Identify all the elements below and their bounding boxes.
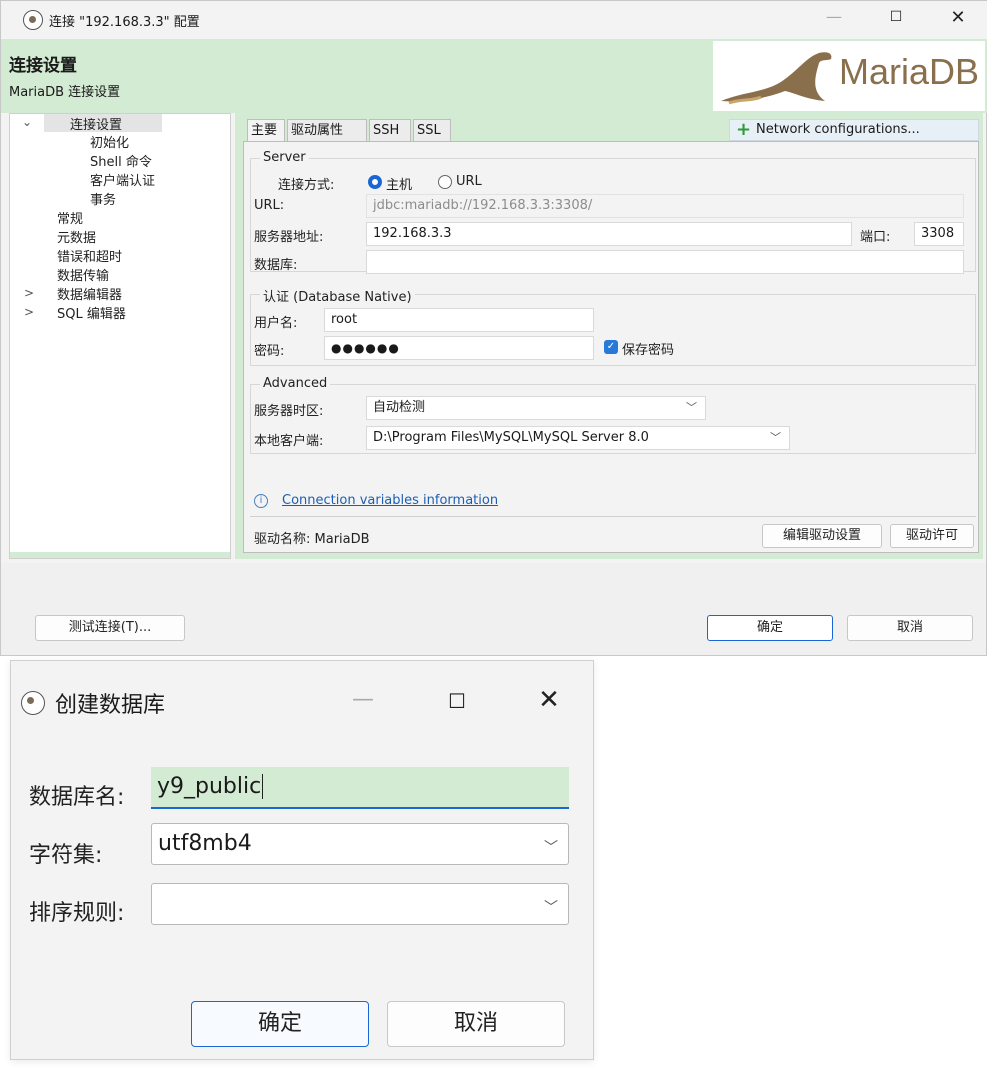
cancel-button[interactable]: 取消 [387, 1001, 565, 1047]
close-icon[interactable]: ✕ [943, 7, 973, 28]
window-title: 连接 "192.168.3.3" 配置 [49, 15, 200, 30]
url-label: URL: [254, 198, 285, 213]
title-bar: 连接 "192.168.3.3" 配置 — ☐ ✕ [1, 1, 987, 39]
edit-driver-button[interactable]: 编辑驱动设置 [762, 524, 882, 548]
local-client-select[interactable]: D:\Program Files\MySQL\MySQL Server 8.0 … [366, 426, 790, 450]
save-password-label[interactable]: 保存密码 [622, 339, 674, 358]
cancel-button[interactable]: 取消 [847, 615, 973, 641]
connect-mode-label: 连接方式: [278, 178, 335, 193]
tree-item-errors[interactable]: 错误和超时 [57, 246, 122, 265]
timezone-value: 自动检测 [373, 400, 426, 415]
auth-legend: 认证 (Database Native) [260, 286, 415, 305]
db-name-value: y9_public [157, 774, 262, 799]
seal-logo-icon [721, 52, 832, 105]
header-title: 连接设置 [9, 56, 77, 76]
charset-value: utf8mb4 [158, 831, 252, 856]
chevron-down-icon: ﹀ [770, 431, 781, 444]
app-icon [23, 10, 43, 30]
minimize-icon[interactable]: — [819, 7, 849, 26]
db-name-input[interactable]: y9_public [151, 767, 569, 809]
charset-select[interactable]: utf8mb4 ﹀ [151, 823, 569, 865]
tree-item-transaction[interactable]: 事务 [90, 189, 116, 208]
url-radio-label[interactable]: URL [456, 174, 482, 189]
collation-select[interactable]: ﹀ [151, 883, 569, 925]
header-subtitle: MariaDB 连接设置 [9, 85, 121, 100]
close-icon[interactable]: ✕ [531, 685, 567, 715]
charset-label: 字符集: [29, 843, 103, 868]
save-password-checkbox[interactable]: ✓ [604, 340, 618, 354]
url-field[interactable]: jdbc:mariadb://192.168.3.3:3308/ [366, 194, 964, 218]
tab-driver-props[interactable]: 驱动属性 [287, 119, 367, 143]
dialog-footer: 测试连接(T)... 确定 取消 [1, 563, 986, 655]
local-client-value: D:\Program Files\MySQL\MySQL Server 8.0 [373, 430, 649, 445]
expand-arrow-icon[interactable]: > [24, 286, 34, 300]
tree-item-client-auth[interactable]: 客户端认证 [90, 170, 155, 189]
collapse-arrow-icon[interactable]: ⌄ [22, 115, 32, 129]
app-icon [21, 691, 45, 715]
ok-button[interactable]: 确定 [191, 1001, 369, 1047]
connection-variables-link[interactable]: Connection variables information [282, 493, 498, 508]
logo-text: MariaDB [839, 51, 980, 92]
advanced-legend: Advanced [260, 376, 331, 391]
port-field[interactable]: 3308 [914, 222, 964, 246]
tree-item-transfer[interactable]: 数据传输 [57, 265, 109, 284]
ok-button[interactable]: 确定 [707, 615, 833, 641]
url-radio[interactable] [438, 175, 452, 189]
create-database-window: 创建数据库 — ☐ ✕ 数据库名: y9_public 字符集: utf8mb4… [10, 660, 594, 1060]
host-radio[interactable] [368, 175, 382, 189]
plus-icon: + [736, 119, 752, 140]
test-connection-button[interactable]: 测试连接(T)... [35, 615, 185, 641]
maximize-icon[interactable]: ☐ [881, 9, 911, 25]
tree-item-general[interactable]: 常规 [57, 208, 83, 227]
tree-item-connection[interactable]: 连接设置 [44, 114, 162, 133]
tree-item-sql-editor[interactable]: SQL 编辑器 [57, 303, 126, 322]
server-legend: Server [260, 150, 309, 165]
chevron-down-icon: ﹀ [544, 900, 558, 916]
connection-config-window: 连接 "192.168.3.3" 配置 — ☐ ✕ 连接设置 MariaDB 连… [0, 0, 987, 656]
tree-item-data-editor[interactable]: 数据编辑器 [57, 284, 122, 303]
timezone-label: 服务器时区: [254, 404, 324, 419]
mariadb-logo: MariaDB [713, 41, 985, 111]
settings-header: 连接设置 MariaDB 连接设置 MariaDB [1, 39, 987, 113]
tab-ssh[interactable]: SSH [369, 119, 411, 143]
database-label: 数据库: [254, 258, 298, 273]
window-title: 创建数据库 [55, 693, 166, 718]
host-field[interactable]: 192.168.3.3 [366, 222, 852, 246]
tree-item-metadata[interactable]: 元数据 [57, 227, 96, 246]
tree-item-shell[interactable]: Shell 命令 [90, 151, 152, 170]
text-cursor [262, 774, 264, 799]
sidebar-scrollbar[interactable] [10, 552, 230, 558]
local-client-label: 本地客户端: [254, 434, 324, 449]
host-radio-label[interactable]: 主机 [386, 174, 412, 193]
tab-ssl[interactable]: SSL [413, 119, 451, 143]
chevron-down-icon: ﹀ [686, 401, 697, 414]
timezone-select[interactable]: 自动检测 ﹀ [366, 396, 706, 420]
info-icon: i [254, 494, 268, 508]
network-config-label: Network configurations... [756, 122, 920, 137]
minimize-icon[interactable]: — [345, 687, 381, 712]
host-label: 服务器地址: [254, 230, 324, 245]
password-field[interactable]: ●●●●●● [324, 336, 594, 360]
divider [250, 516, 976, 517]
expand-arrow-icon[interactable]: > [24, 305, 34, 319]
main-tab-panel: Server 连接方式: 主机 URL URL: jdbc:mariadb://… [243, 141, 979, 553]
tab-main[interactable]: 主要 [247, 119, 285, 143]
chevron-down-icon: ﹀ [544, 840, 558, 856]
username-label: 用户名: [254, 316, 298, 331]
network-config-button[interactable]: + Network configurations... [729, 119, 979, 141]
db-name-label: 数据库名: [29, 785, 125, 810]
driver-license-button[interactable]: 驱动许可 [890, 524, 974, 548]
settings-tree: ⌄ 连接设置 初始化 Shell 命令 客户端认证 事务 常规 元数据 错误和超… [9, 113, 231, 559]
maximize-icon[interactable]: ☐ [439, 689, 475, 713]
port-label: 端口: [860, 230, 891, 245]
database-field[interactable] [366, 250, 964, 274]
username-field[interactable]: root [324, 308, 594, 332]
tree-item-init[interactable]: 初始化 [90, 132, 129, 151]
driver-name-label: 驱动名称: MariaDB [254, 532, 370, 547]
collation-label: 排序规则: [29, 901, 125, 926]
password-label: 密码: [254, 344, 285, 359]
